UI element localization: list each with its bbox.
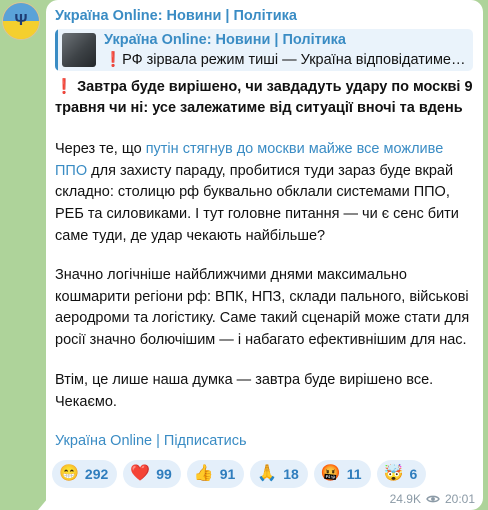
paragraph-1: Через те, що путін стягнув до москви май… bbox=[55, 139, 479, 248]
subscribe-link[interactable]: Україна Online | Підписатись bbox=[55, 433, 247, 449]
channel-avatar[interactable]: Ψ bbox=[2, 2, 40, 40]
exploding-head-emoji-icon: 🤯 bbox=[383, 465, 404, 482]
thumbs-up-emoji-icon: 👍 bbox=[193, 465, 214, 482]
reply-preview[interactable]: Україна Online: Новини | Політика ❗РФ зі… bbox=[55, 29, 473, 71]
grin-emoji-icon: 😁 bbox=[59, 465, 79, 482]
reaction-heart[interactable]: ❤️ 99 bbox=[123, 460, 181, 488]
reactions-bar: 😁 292 ❤️ 99 👍 91 🙏 18 🤬 11 🤯 6 bbox=[52, 460, 427, 488]
message-meta: 24.9K 20:01 bbox=[390, 492, 475, 506]
channel-name[interactable]: Україна Online: Новини | Політика bbox=[55, 8, 297, 24]
paragraph-1-start: Через те, що bbox=[55, 141, 146, 157]
praying-hands-emoji-icon: 🙏 bbox=[257, 465, 278, 482]
exclamation-icon: ❗ bbox=[104, 52, 123, 68]
reaction-count: 11 bbox=[346, 466, 362, 482]
trident-icon: Ψ bbox=[14, 12, 28, 29]
reaction-angry-face[interactable]: 🤬 11 bbox=[313, 460, 371, 488]
reply-text-body: РФ зірвала режим тиші — Україна відповід… bbox=[122, 52, 466, 68]
headline-text: Завтра буде вирішено, чи завдадуть удару… bbox=[55, 79, 473, 116]
reaction-grin[interactable]: 😁 292 bbox=[52, 460, 118, 488]
reaction-count: 18 bbox=[283, 466, 299, 482]
heart-emoji-icon: ❤️ bbox=[130, 465, 151, 482]
reaction-thumbs-up[interactable]: 👍 91 bbox=[186, 460, 245, 488]
reaction-count: 6 bbox=[409, 466, 418, 482]
angry-face-emoji-icon: 🤬 bbox=[320, 465, 341, 482]
reaction-count: 292 bbox=[84, 466, 109, 482]
eye-icon bbox=[426, 495, 440, 503]
reaction-count: 99 bbox=[156, 466, 172, 482]
paragraph-2: Значно логічніше найближчими днями макси… bbox=[55, 267, 470, 349]
reply-title: Україна Online: Новини | Політика bbox=[104, 32, 346, 48]
message-bubble: Україна Online: Новини | Політика Україн… bbox=[38, 0, 483, 510]
reply-thumbnail bbox=[62, 33, 96, 67]
message-time: 20:01 bbox=[444, 492, 475, 506]
reaction-exploding-head[interactable]: 🤯 6 bbox=[376, 460, 427, 488]
exclamation-icon: ❗ bbox=[55, 79, 74, 95]
reaction-praying-hands[interactable]: 🙏 18 bbox=[250, 460, 308, 488]
paragraph-1-end: для захисту параду, пробитися туди зараз… bbox=[55, 162, 459, 244]
reaction-count: 91 bbox=[219, 466, 236, 482]
paragraph-3: Втім, це лише наша думка — завтра буде в… bbox=[55, 372, 434, 410]
reply-text: ❗РФ зірвала режим тиші — Україна відпові… bbox=[104, 51, 466, 68]
reply-accent-bar bbox=[55, 29, 58, 71]
view-count: 24.9K bbox=[389, 492, 421, 506]
message-headline: ❗ Завтра буде вирішено, чи завдадуть уда… bbox=[55, 77, 475, 119]
